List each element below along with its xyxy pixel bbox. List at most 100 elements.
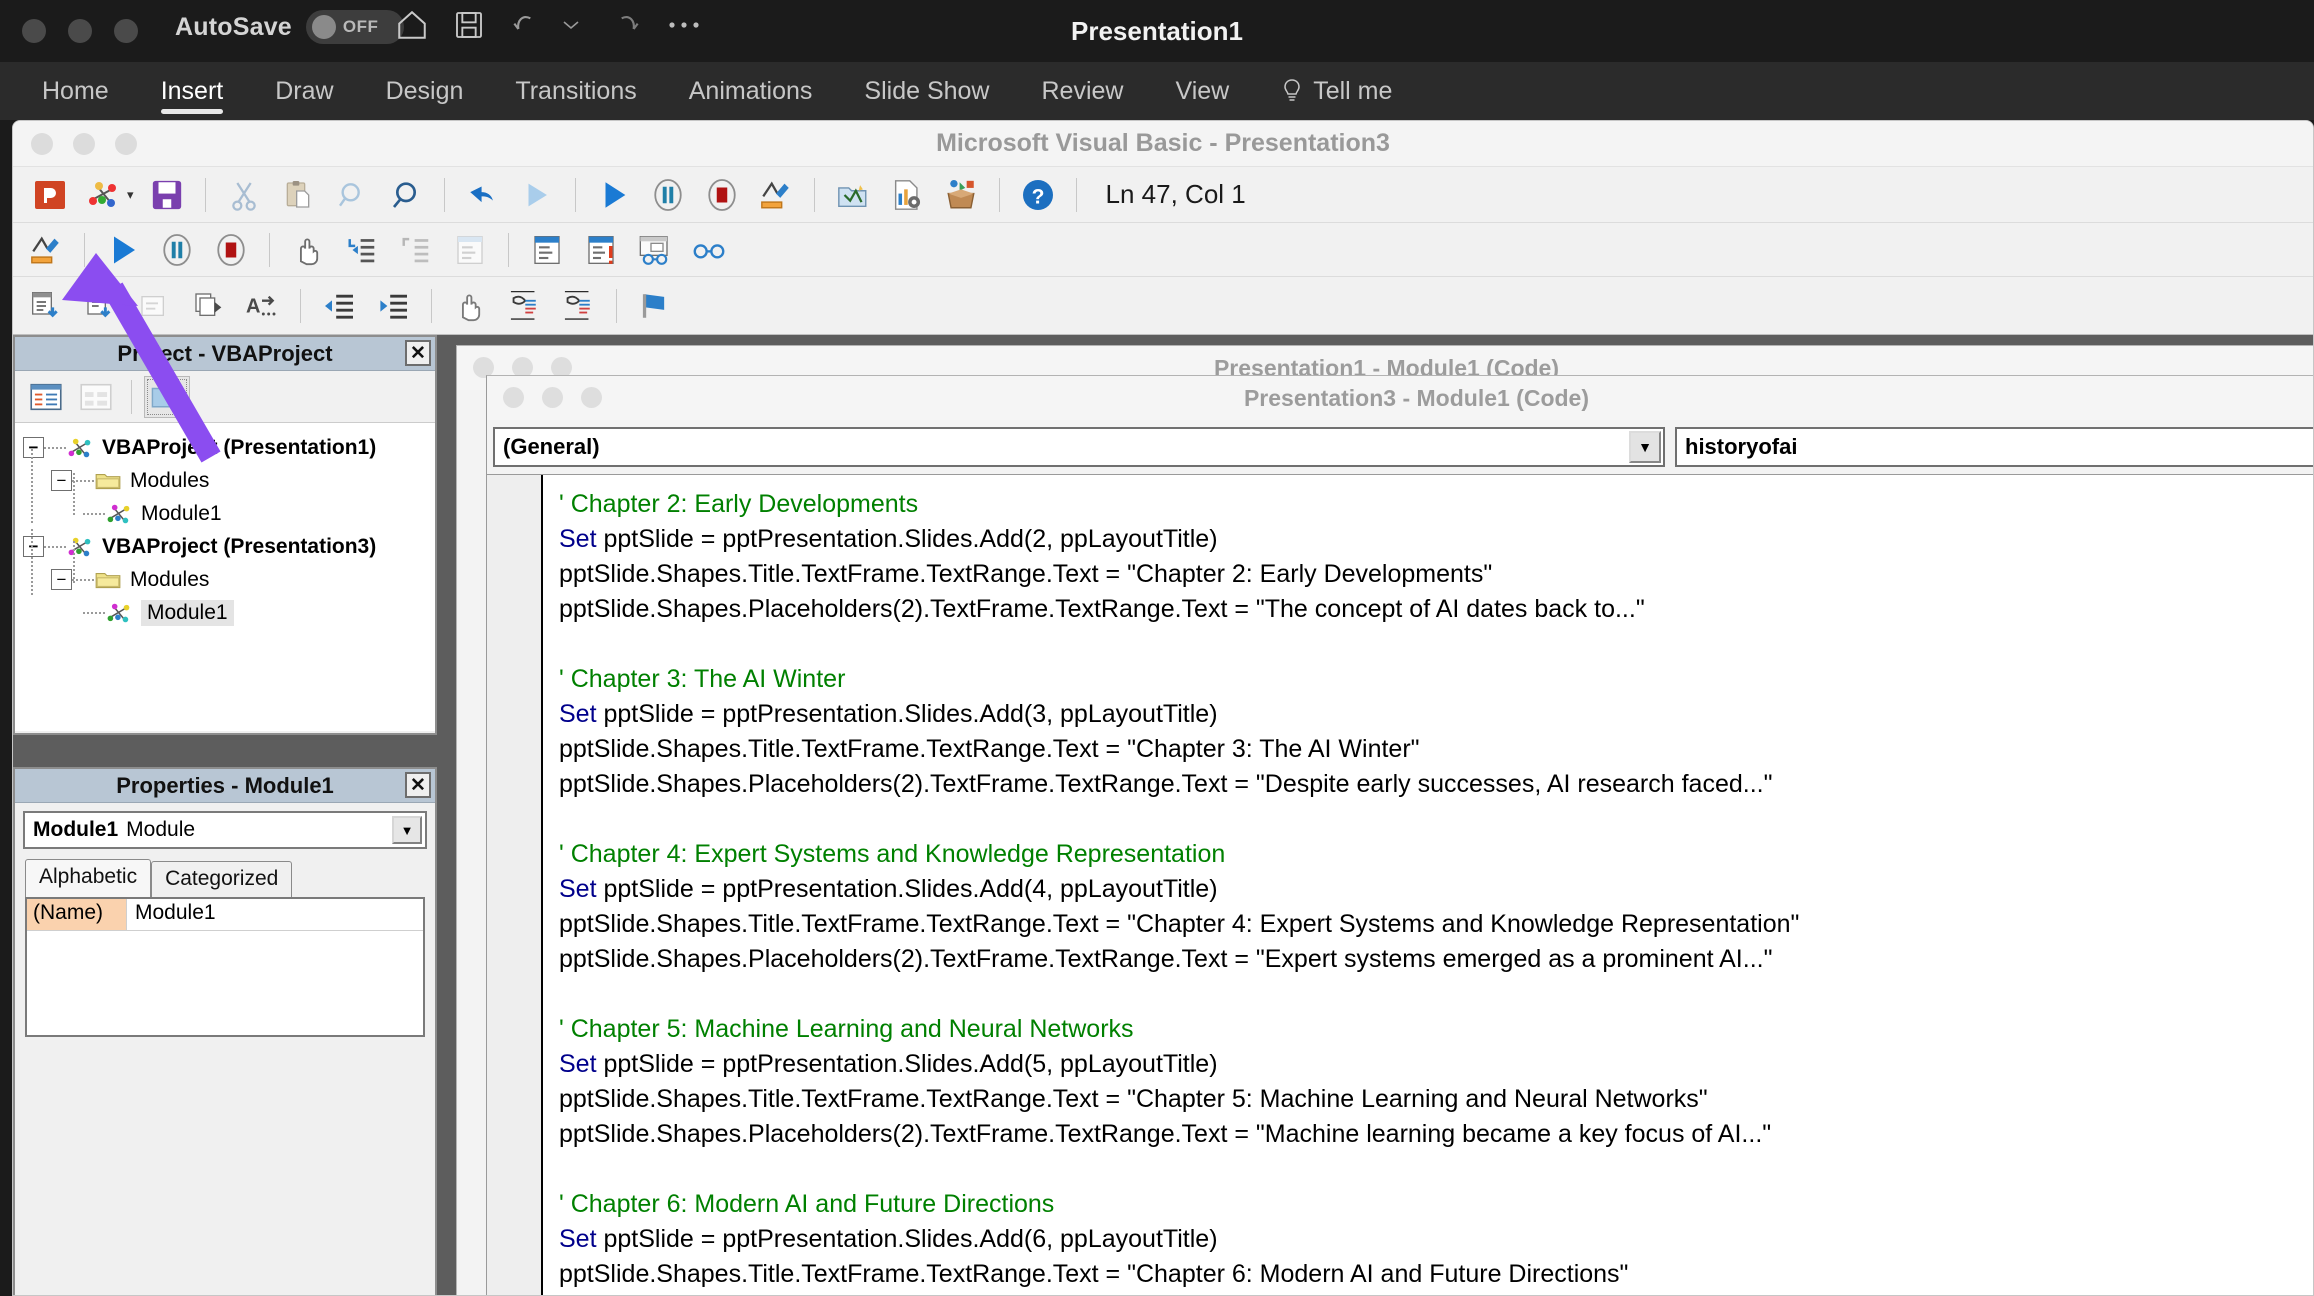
autosave-toggle[interactable]: OFF <box>305 10 404 44</box>
view-code-icon[interactable] <box>23 376 69 418</box>
tab-home[interactable]: Home <box>16 62 135 120</box>
expander-icon[interactable]: − <box>23 536 44 557</box>
object-combo[interactable]: (General) ▼ <box>493 427 1665 467</box>
list-properties-icon[interactable] <box>22 283 70 329</box>
close-window-button[interactable] <box>22 19 46 43</box>
project-explorer-icon[interactable] <box>829 172 877 218</box>
tab-alphabetic[interactable]: Alphabetic <box>25 859 152 897</box>
more-icon[interactable] <box>667 18 701 32</box>
code-margin-indicator-bar[interactable] <box>487 475 543 1295</box>
pause-icon[interactable] <box>153 227 201 273</box>
procedure-combo[interactable]: historyofai <box>1675 427 2313 467</box>
parameter-info-icon[interactable] <box>184 283 232 329</box>
stop-icon[interactable] <box>207 227 255 273</box>
code-text[interactable]: ' Chapter 2: Early Developments Set pptSl… <box>543 475 2313 1295</box>
bookmark-icon[interactable] <box>631 283 679 329</box>
save-icon[interactable] <box>143 172 191 218</box>
tab-label: Alphabetic <box>39 865 138 888</box>
step-into-icon[interactable] <box>338 227 386 273</box>
project-explorer-toolbar[interactable] <box>15 371 435 423</box>
hand-icon[interactable] <box>284 227 332 273</box>
tab-insert[interactable]: Insert <box>135 62 250 120</box>
vba-editor-window: Microsoft Visual Basic - Presentation3 ▾… <box>12 120 2314 1296</box>
help-icon[interactable]: ? <box>1014 172 1062 218</box>
object-combo-value: (General) <box>503 434 600 459</box>
search-icon[interactable] <box>382 172 430 218</box>
expander-icon[interactable]: − <box>51 569 72 590</box>
quick-watch-icon[interactable] <box>685 227 733 273</box>
ribbon-tab-bar[interactable]: Home Insert Draw Design Transitions Anim… <box>0 62 2314 120</box>
vbe-debug-toolbar[interactable] <box>13 223 2313 277</box>
design-mode-icon[interactable] <box>22 227 70 273</box>
tab-draw[interactable]: Draw <box>249 62 359 120</box>
tree-item-module1-2[interactable]: Module1 <box>15 596 435 629</box>
tree-item-vbaproject-presentation3[interactable]: − VBAProject (Presentation3) <box>15 530 435 563</box>
pause-icon[interactable] <box>644 172 692 218</box>
table-row[interactable]: (Name) Module1 <box>27 899 423 931</box>
list-constants-icon[interactable] <box>76 283 124 329</box>
tab-animations[interactable]: Animations <box>663 62 839 120</box>
view-object-icon[interactable] <box>73 376 119 418</box>
view-object-icon[interactable] <box>80 172 128 218</box>
autosave-control[interactable]: AutoSave OFF <box>175 10 404 44</box>
chevron-down-icon[interactable]: ▼ <box>1629 431 1661 463</box>
close-icon[interactable]: ✕ <box>405 340 431 366</box>
close-icon[interactable]: ✕ <box>405 772 431 798</box>
code-editor[interactable]: ' Chapter 2: Early Developments Set pptSl… <box>487 474 2313 1295</box>
vbe-edit-toolbar[interactable]: A <box>13 277 2313 335</box>
outdent-icon[interactable] <box>369 283 417 329</box>
object-browser-icon[interactable] <box>937 172 985 218</box>
watch-window-icon[interactable] <box>631 227 679 273</box>
code-window-presentation3[interactable]: Presentation3 - Module1 (Code) (General)… <box>486 375 2313 1295</box>
chevron-down-icon[interactable]: ▾ <box>127 187 134 203</box>
properties-window-icon[interactable] <box>883 172 931 218</box>
vbe-title-bar: Microsoft Visual Basic - Presentation3 <box>13 121 2313 167</box>
code-line: ' Chapter 5: Machine Learning and Neural… <box>559 1012 2313 1047</box>
chevron-down-icon[interactable]: ▼ <box>392 816 422 844</box>
quick-access-toolbar[interactable] <box>395 8 701 42</box>
tree-item-modules-1[interactable]: − Modules <box>15 464 435 497</box>
window-controls[interactable] <box>22 19 138 43</box>
minimize-window-button[interactable] <box>68 19 92 43</box>
tree-item-vbaproject-presentation1[interactable]: − VBAProject (Presentation1) <box>15 431 435 464</box>
uncomment-block-icon[interactable] <box>554 283 602 329</box>
redo-icon[interactable] <box>611 9 643 41</box>
property-key: (Name) <box>27 899 127 930</box>
properties-object-combo[interactable]: Module1 Module ▼ <box>23 811 427 849</box>
maximize-window-button[interactable] <box>114 19 138 43</box>
run-icon[interactable] <box>590 172 638 218</box>
expander-icon[interactable]: − <box>23 437 44 458</box>
property-value[interactable]: Module1 <box>127 899 423 930</box>
powerpoint-icon[interactable] <box>26 172 74 218</box>
tree-item-modules-2[interactable]: − Modules <box>15 563 435 596</box>
properties-grid[interactable]: (Name) Module1 <box>25 897 425 1037</box>
comment-block-icon[interactable] <box>500 283 548 329</box>
tab-design[interactable]: Design <box>360 62 490 120</box>
tab-review[interactable]: Review <box>1015 62 1149 120</box>
tab-categorized[interactable]: Categorized <box>151 861 293 897</box>
stop-icon[interactable] <box>698 172 746 218</box>
immediate-window-icon[interactable] <box>577 227 625 273</box>
save-icon[interactable] <box>453 9 485 41</box>
run-sub-button[interactable] <box>99 227 147 273</box>
properties-tabs[interactable]: Alphabetic Categorized <box>25 859 435 897</box>
tree-item-module1-1[interactable]: Module1 <box>15 497 435 530</box>
code-window-combos[interactable]: (General) ▼ historyofai <box>487 420 2313 474</box>
hand-icon[interactable] <box>446 283 494 329</box>
indent-icon[interactable] <box>315 283 363 329</box>
vbe-standard-toolbar[interactable]: ▾ ? Ln 47, Col 1 <box>13 167 2313 223</box>
undo-icon[interactable] <box>459 172 507 218</box>
tab-slide-show[interactable]: Slide Show <box>838 62 1015 120</box>
tab-view[interactable]: View <box>1149 62 1255 120</box>
complete-word-icon[interactable]: A <box>238 283 286 329</box>
project-tree[interactable]: − VBAProject (Presentation1) − Modules M… <box>15 423 435 731</box>
tab-tell-me[interactable]: Tell me <box>1255 62 1418 120</box>
toggle-folders-icon[interactable] <box>144 375 190 418</box>
expander-icon[interactable]: − <box>51 470 72 491</box>
chevron-down-icon[interactable] <box>561 18 581 32</box>
undo-icon[interactable] <box>509 9 541 41</box>
home-icon[interactable] <box>395 8 429 42</box>
design-mode-icon[interactable] <box>752 172 800 218</box>
locals-window-icon[interactable] <box>523 227 571 273</box>
tab-transitions[interactable]: Transitions <box>489 62 662 120</box>
